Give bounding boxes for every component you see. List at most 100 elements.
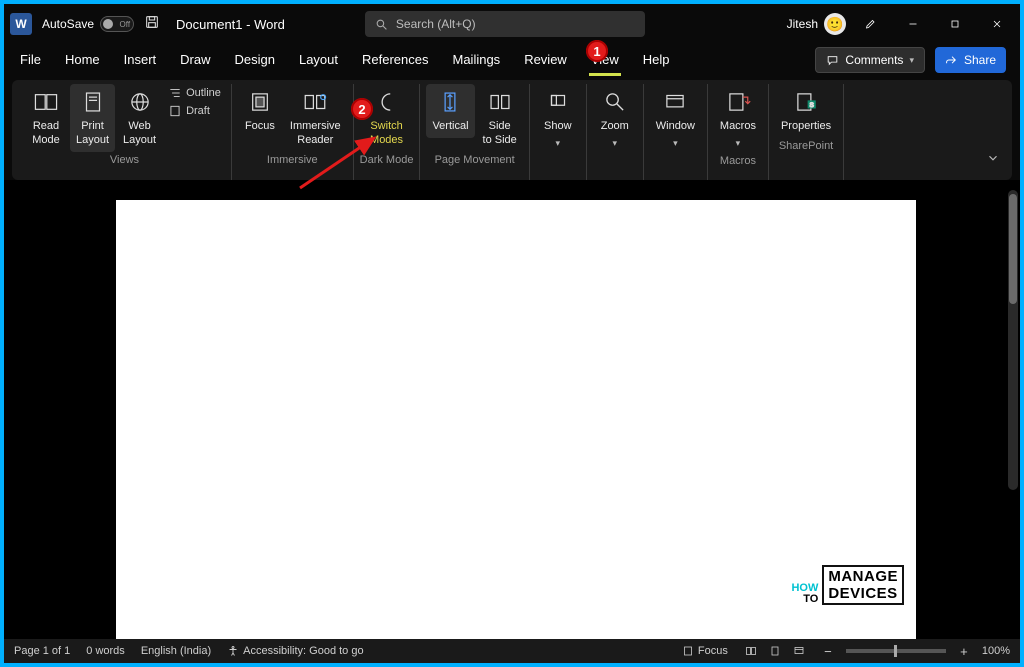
properties-button[interactable]: S Properties (775, 84, 837, 138)
web-layout-icon (127, 88, 153, 116)
side-to-side-icon (487, 88, 513, 116)
collapse-ribbon-button[interactable] (986, 151, 1000, 170)
document-title: Document1 - Word (176, 17, 285, 32)
zoom-out-button[interactable]: − (822, 644, 834, 659)
tab-layout[interactable]: Layout (297, 48, 340, 73)
group-label-views: Views (110, 152, 139, 170)
tab-insert[interactable]: Insert (122, 48, 159, 73)
window-menu[interactable]: Window ▾ (650, 84, 701, 153)
search-icon (375, 18, 388, 31)
autosave-toggle[interactable]: Off (100, 16, 134, 32)
window-icon (662, 88, 688, 116)
status-page[interactable]: Page 1 of 1 (14, 645, 70, 657)
zoom-percent[interactable]: 100% (982, 645, 1010, 657)
pen-mode-button[interactable] (854, 10, 888, 38)
autosave-state: Off (120, 20, 131, 29)
chevron-down-icon (986, 151, 1000, 165)
share-button[interactable]: Share (935, 47, 1006, 73)
comments-button[interactable]: Comments ▾ (815, 47, 925, 73)
zoom-in-button[interactable]: + (958, 644, 970, 659)
view-toggle-group (740, 643, 810, 659)
print-layout-icon (80, 88, 106, 116)
tab-review[interactable]: Review (522, 48, 569, 73)
user-account[interactable]: Jitesh 🙂 (787, 13, 846, 35)
vertical-button[interactable]: Vertical (426, 84, 474, 138)
ribbon-group-window: Window ▾ (644, 84, 708, 180)
zoom-slider[interactable] (846, 649, 946, 653)
properties-icon: S (793, 88, 819, 116)
show-icon (545, 88, 571, 116)
ribbon: Read Mode Print Layout Web Layout Outlin… (12, 80, 1012, 180)
chevron-down-icon: ▾ (613, 138, 618, 149)
search-input[interactable]: Search (Alt+Q) (365, 11, 645, 37)
outline-icon (168, 86, 182, 100)
word-app-icon: W (10, 13, 32, 35)
moon-icon (374, 88, 400, 116)
status-accessibility[interactable]: Accessibility: Good to go (227, 645, 363, 657)
comment-icon (826, 54, 839, 67)
status-words[interactable]: 0 words (86, 645, 125, 657)
svg-text:S: S (810, 102, 815, 109)
group-label-pagemovement: Page Movement (435, 152, 515, 170)
save-button[interactable] (144, 14, 160, 35)
tab-design[interactable]: Design (233, 48, 277, 73)
read-mode-icon (33, 88, 59, 116)
focus-mode-icon (682, 645, 694, 657)
ribbon-group-views: Read Mode Print Layout Web Layout Outlin… (18, 84, 232, 180)
chevron-down-icon: ▾ (736, 138, 741, 149)
group-label-sharepoint: SharePoint (779, 138, 833, 156)
tab-mailings[interactable]: Mailings (451, 48, 503, 73)
group-label-macros: Macros (720, 153, 756, 171)
autosave-control[interactable]: AutoSave Off (42, 16, 134, 32)
tab-references[interactable]: References (360, 48, 430, 73)
tab-home[interactable]: Home (63, 48, 102, 73)
autosave-label: AutoSave (42, 17, 94, 31)
ribbon-group-pagemovement: Vertical Side to Side Page Movement (420, 84, 529, 180)
tab-draw[interactable]: Draw (178, 48, 212, 73)
outline-button[interactable]: Outline (168, 86, 221, 100)
minimize-button[interactable] (896, 10, 930, 38)
tab-file[interactable]: File (18, 48, 43, 73)
zoom-menu[interactable]: Zoom ▾ (593, 84, 637, 153)
macros-menu[interactable]: Macros ▾ (714, 84, 762, 153)
close-button[interactable] (980, 10, 1014, 38)
vertical-scrollbar[interactable] (1008, 190, 1018, 490)
ribbon-group-zoom: Zoom ▾ (587, 84, 644, 180)
macros-icon (725, 88, 751, 116)
focus-icon (247, 88, 273, 116)
comments-label: Comments (845, 53, 903, 67)
side-to-side-button[interactable]: Side to Side (477, 84, 523, 152)
ribbon-group-macros: Macros ▾ Macros (708, 84, 769, 180)
vertical-icon (437, 88, 463, 116)
chevron-down-icon: ▾ (556, 138, 561, 149)
focus-button[interactable]: Focus (238, 84, 282, 138)
user-name: Jitesh (787, 17, 818, 31)
draft-button[interactable]: Draft (168, 104, 221, 118)
chevron-down-icon: ▾ (909, 55, 914, 66)
status-language[interactable]: English (India) (141, 645, 211, 657)
read-mode-button[interactable]: Read Mode (24, 84, 68, 152)
search-placeholder: Search (Alt+Q) (396, 17, 476, 31)
document-area: HOW TO MANAGEDEVICES (4, 180, 1020, 639)
callout-badge-1: 1 (586, 40, 608, 62)
show-menu[interactable]: Show ▾ (536, 84, 580, 153)
print-layout-toggle[interactable] (764, 643, 786, 659)
status-focus[interactable]: Focus (682, 645, 728, 657)
tab-help[interactable]: Help (641, 48, 672, 73)
ribbon-group-show: Show ▾ (530, 84, 587, 180)
maximize-button[interactable] (938, 10, 972, 38)
share-icon (945, 54, 958, 67)
watermark: HOW TO MANAGEDEVICES (791, 565, 904, 605)
callout-arrow (296, 132, 386, 192)
callout-badge-2: 2 (351, 98, 373, 120)
print-layout-button[interactable]: Print Layout (70, 84, 115, 152)
read-mode-toggle[interactable] (740, 643, 762, 659)
web-layout-toggle[interactable] (788, 643, 810, 659)
avatar: 🙂 (824, 13, 846, 35)
zoom-icon (602, 88, 628, 116)
statusbar: Page 1 of 1 0 words English (India) Acce… (4, 639, 1020, 663)
titlebar: W AutoSave Off Document1 - Word Search (… (4, 4, 1020, 44)
web-layout-button[interactable]: Web Layout (117, 84, 162, 152)
share-label: Share (964, 53, 996, 67)
chevron-down-icon: ▾ (673, 138, 678, 149)
